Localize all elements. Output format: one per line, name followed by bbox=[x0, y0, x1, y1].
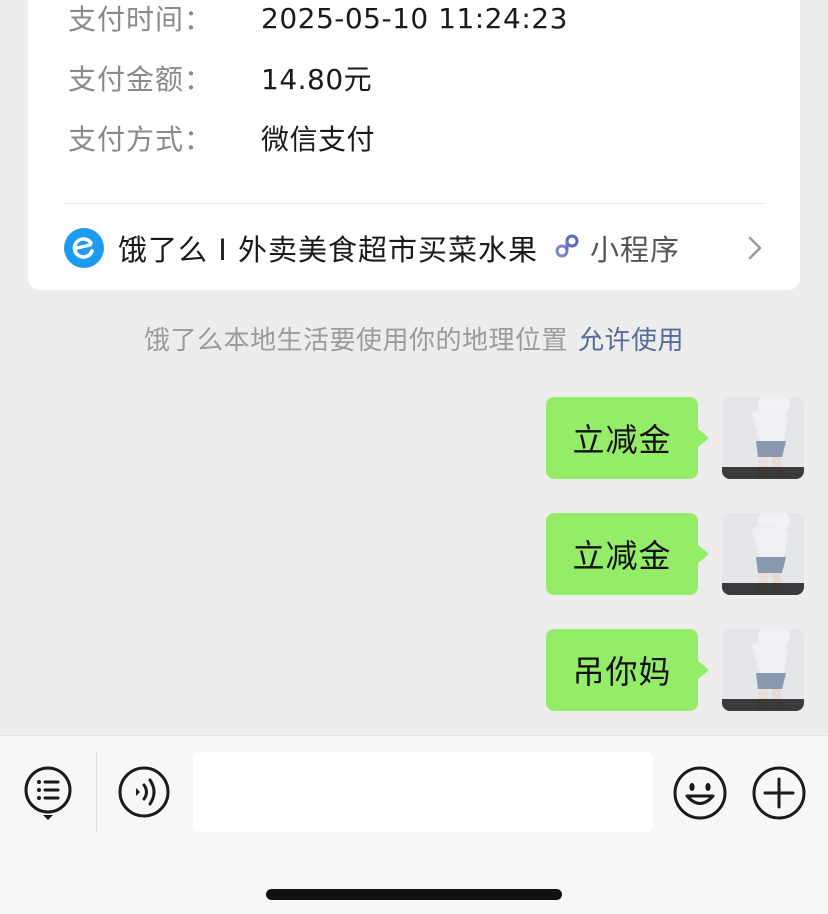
input-bar-divider bbox=[96, 752, 97, 832]
location-notice-text: 饿了么本地生活要使用你的地理位置 bbox=[143, 326, 568, 356]
input-bar bbox=[0, 735, 828, 914]
message-input[interactable] bbox=[193, 752, 653, 832]
mini-program-link[interactable]: 饿了么 I 外卖美食超市买菜水果 小程序 bbox=[64, 223, 764, 273]
card-divider bbox=[64, 203, 764, 204]
avatar[interactable] bbox=[722, 397, 804, 479]
payment-amount-value: 14.80元 bbox=[261, 63, 373, 96]
message-row: 立减金 bbox=[546, 513, 804, 595]
message-row: 吊你妈 bbox=[546, 629, 804, 711]
mini-program-icon bbox=[552, 231, 582, 265]
message-bubble[interactable]: 立减金 bbox=[546, 397, 709, 479]
mini-program-tag-label: 小程序 bbox=[590, 233, 681, 267]
payment-card: 支付时间： 2025-05-10 11:24:23 支付金额： 14.80元 支… bbox=[28, 0, 800, 290]
payment-method-value: 微信支付 bbox=[261, 123, 376, 156]
message-bubble[interactable]: 立减金 bbox=[546, 513, 709, 595]
home-indicator bbox=[266, 889, 562, 900]
avatar[interactable] bbox=[722, 629, 804, 711]
message-bubble[interactable]: 吊你妈 bbox=[546, 629, 709, 711]
menu-list-icon[interactable] bbox=[22, 764, 74, 822]
mini-program-tag: 小程序 bbox=[552, 227, 680, 269]
allow-location-link[interactable]: 允许使用 bbox=[578, 326, 684, 356]
payment-method-label: 支付方式： bbox=[68, 123, 214, 156]
avatar[interactable] bbox=[722, 513, 804, 595]
payment-time-label: 支付时间： bbox=[68, 3, 214, 36]
chevron-right-icon bbox=[746, 234, 764, 262]
eleme-logo-icon bbox=[64, 228, 104, 268]
mini-program-name: 饿了么 I 外卖美食超市买菜水果 bbox=[118, 233, 538, 267]
location-notice: 饿了么本地生活要使用你的地理位置 允许使用 bbox=[0, 320, 828, 357]
emoji-icon[interactable] bbox=[672, 765, 728, 821]
plus-icon[interactable] bbox=[751, 765, 807, 821]
payment-time-row: 支付时间： 2025-05-10 11:24:23 bbox=[68, 0, 568, 38]
message-row: 立减金 bbox=[546, 397, 804, 479]
payment-time-value: 2025-05-10 11:24:23 bbox=[261, 1, 568, 35]
payment-amount-label: 支付金额： bbox=[68, 63, 214, 96]
payment-method-row: 支付方式： 微信支付 bbox=[68, 118, 375, 158]
voice-icon[interactable] bbox=[117, 765, 171, 819]
payment-amount-row: 支付金额： 14.80元 bbox=[68, 58, 372, 98]
